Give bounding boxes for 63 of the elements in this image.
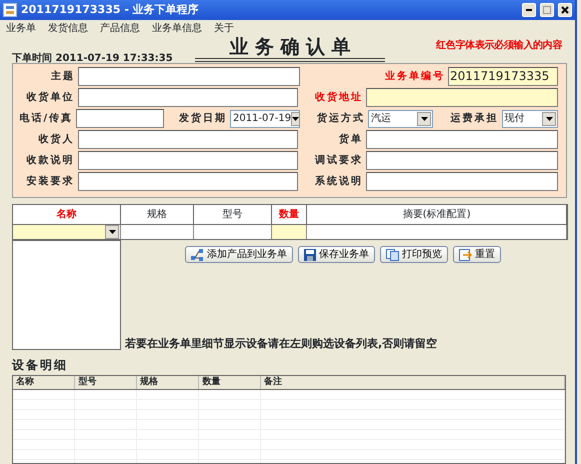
network-icon — [191, 248, 204, 260]
toolbar-button[interactable]: 保存业务单 — [298, 246, 375, 263]
hint-text: 若要在业务单里细节显示设备请在左则购选设备列表,否则请留空 — [125, 336, 438, 352]
menu-item[interactable]: 业务单 — [6, 20, 36, 36]
maximize-icon — [543, 6, 551, 14]
field-label: 发货日期 — [178, 112, 227, 126]
field-label: 系统说明 — [314, 174, 364, 189]
field-label: 电话/传真 — [18, 112, 74, 126]
minimize-button[interactable] — [522, 3, 536, 17]
field-label: 收款说明 — [26, 154, 75, 168]
dropdown[interactable] — [13, 225, 122, 239]
dropdown[interactable]: 汽运 — [368, 110, 434, 128]
column-header: 名称 — [13, 376, 76, 389]
dropdown[interactable]: 现付 — [502, 110, 558, 128]
close-button[interactable] — [558, 3, 572, 17]
list-box[interactable] — [12, 240, 121, 350]
section-title: 设备明细 — [12, 357, 69, 374]
caret-icon — [420, 116, 428, 120]
field-label: 收货人 — [38, 132, 75, 147]
menu-item[interactable]: 发货信息 — [48, 20, 88, 36]
menu-item[interactable]: 业务单信息 — [152, 20, 202, 36]
app-icon — [3, 3, 17, 17]
input-field[interactable] — [78, 172, 298, 191]
input-field[interactable] — [78, 88, 298, 107]
field-label: 业务单编号 — [385, 70, 445, 84]
input-field[interactable] — [272, 225, 308, 239]
menu-item[interactable]: 关于 — [214, 20, 234, 36]
field-label: 收货地址 — [314, 90, 364, 105]
toolbar-button[interactable]: 重置 — [453, 246, 501, 263]
input-field[interactable] — [78, 130, 298, 149]
menu-item[interactable]: 产品信息 — [100, 20, 140, 36]
caret-icon — [292, 116, 299, 120]
column-header: 备注 — [260, 376, 565, 389]
close-icon — [561, 6, 569, 14]
field-label: 运费承担 — [450, 112, 499, 126]
caret-icon — [546, 116, 553, 120]
field-label: 安装要求 — [26, 174, 75, 189]
input-field[interactable]: 2011719173335 — [448, 67, 558, 86]
input-field[interactable] — [78, 67, 300, 86]
documents-icon — [386, 248, 399, 260]
dropdown[interactable]: 2011-07-19 — [230, 110, 300, 128]
order-time: 下单时间 2011-07-19 17:33:35 — [12, 52, 173, 66]
column-header: 数量 — [199, 376, 261, 389]
input-field[interactable] — [366, 172, 558, 191]
input-field[interactable] — [76, 109, 164, 128]
toolbar-button[interactable]: 打印预览 — [380, 246, 448, 263]
input-field[interactable] — [366, 151, 558, 170]
column-header: 规格 — [136, 376, 200, 389]
field-label: 调试要求 — [314, 154, 364, 168]
input-field[interactable] — [78, 151, 298, 170]
field-label: 货运方式 — [316, 111, 366, 126]
field-label: 货单 — [338, 132, 364, 147]
input-field[interactable] — [366, 88, 558, 107]
input-field[interactable] — [366, 130, 558, 149]
field-label: 收货单位 — [26, 90, 75, 105]
window-title: 2011719173335 - 业务下单程序 — [21, 2, 200, 18]
column-header: 型号 — [75, 376, 137, 389]
caret-icon — [108, 230, 116, 234]
required-note: 红色字体表示必须输入的内容 — [436, 38, 562, 53]
minimize-icon — [526, 9, 532, 11]
form-arrow-icon — [459, 248, 472, 260]
toolbar-button[interactable]: 添加产品到业务单 — [185, 246, 293, 263]
field-label: 主题 — [50, 69, 75, 84]
